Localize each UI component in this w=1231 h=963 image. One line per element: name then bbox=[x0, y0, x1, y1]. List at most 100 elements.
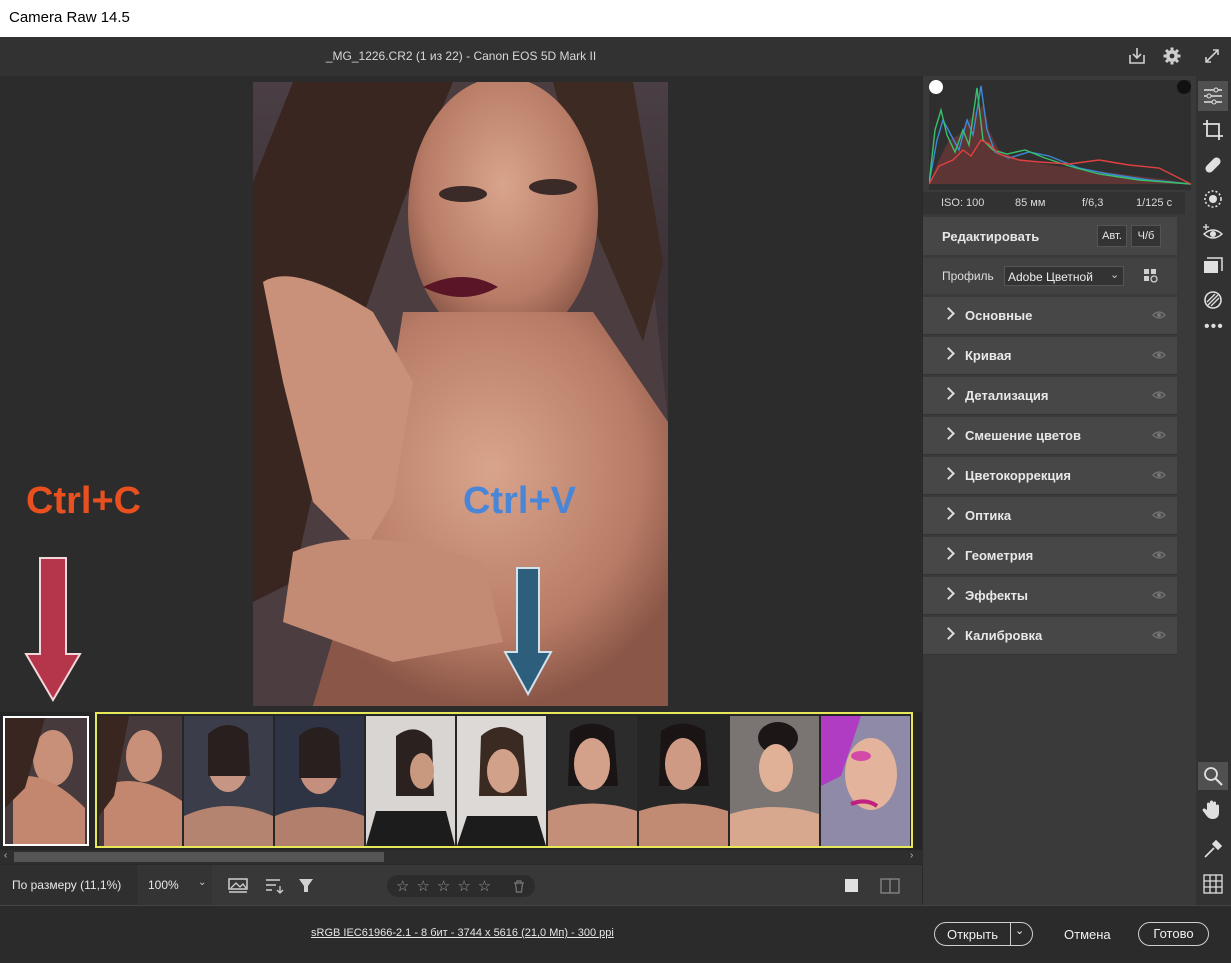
fullscreen-icon[interactable] bbox=[1202, 46, 1222, 66]
filmstrip-scrollbar[interactable]: ‹ › bbox=[0, 850, 922, 864]
exif-iso: ISO: 100 bbox=[941, 197, 985, 209]
crop-icon[interactable] bbox=[1202, 119, 1224, 141]
divider bbox=[1010, 923, 1011, 945]
zoom-level-label: 100% bbox=[148, 878, 179, 892]
chevron-right-icon bbox=[942, 587, 955, 600]
panel-section[interactable]: Оптика bbox=[923, 497, 1177, 535]
red-eye-icon[interactable] bbox=[1202, 222, 1224, 244]
edit-panel: ISO: 100 85 мм f/6,3 1/125 с Редактирова… bbox=[922, 76, 1197, 905]
mask-icon[interactable] bbox=[1202, 188, 1224, 210]
section-label: Оптика bbox=[965, 508, 1012, 523]
main-photo bbox=[253, 77, 668, 706]
section-label: Геометрия bbox=[965, 548, 1034, 563]
trash-icon[interactable] bbox=[513, 880, 525, 893]
exif-aperture: f/6,3 bbox=[1082, 197, 1104, 209]
save-icon[interactable] bbox=[1127, 46, 1147, 66]
eye-icon[interactable] bbox=[1152, 629, 1166, 641]
thumbnail[interactable] bbox=[730, 716, 819, 846]
eye-icon[interactable] bbox=[1152, 349, 1166, 361]
fit-zoom-label: По размеру (11,1%) bbox=[12, 878, 122, 892]
thumbnail[interactable] bbox=[184, 716, 273, 846]
section-label: Детализация bbox=[965, 388, 1049, 403]
eye-icon[interactable] bbox=[1152, 389, 1166, 401]
grid-icon[interactable] bbox=[1202, 873, 1224, 895]
workflow-options-link[interactable]: sRGB IEC61966-2.1 - 8 бит - 3744 x 5616 … bbox=[311, 927, 614, 939]
panel-section[interactable]: Смешение цветов bbox=[923, 417, 1177, 455]
bw-button[interactable]: Ч/б bbox=[1131, 225, 1161, 247]
red-arrow-icon bbox=[24, 557, 82, 702]
profile-select[interactable]: Adobe Цветной ⌄ bbox=[1004, 266, 1124, 286]
chevron-right-icon bbox=[942, 467, 955, 480]
panel-section[interactable]: Кривая bbox=[923, 337, 1177, 375]
zoom-icon[interactable] bbox=[1202, 765, 1224, 787]
hand-icon[interactable] bbox=[1202, 798, 1224, 820]
sort-icon[interactable] bbox=[265, 877, 285, 895]
open-options-chevron-icon[interactable]: ⌄ bbox=[1015, 924, 1024, 937]
panel-section[interactable]: Цветокоррекция bbox=[923, 457, 1177, 495]
auto-button[interactable]: Авт. bbox=[1097, 225, 1127, 247]
tool-strip: ••• bbox=[1196, 76, 1231, 905]
profile-label: Профиль bbox=[942, 269, 994, 283]
thumbnail[interactable] bbox=[275, 716, 364, 846]
zoom-dropdown[interactable]: ⌄ bbox=[194, 865, 212, 906]
done-button[interactable]: Готово bbox=[1138, 922, 1209, 946]
healing-icon[interactable] bbox=[1202, 154, 1224, 176]
file-info: _MG_1226.CR2 (1 из 22) - Canon EOS 5D Ma… bbox=[325, 49, 597, 63]
panel-section[interactable]: Детализация bbox=[923, 377, 1177, 415]
bottom-toolbar: По размеру (11,1%) 100% ⌄ ☆☆☆☆☆ bbox=[0, 864, 922, 906]
thumbnail[interactable] bbox=[548, 716, 637, 846]
compare-view-icon[interactable] bbox=[880, 877, 900, 895]
exif-info: ISO: 100 85 мм f/6,3 1/125 с bbox=[923, 192, 1185, 214]
thumbnail[interactable] bbox=[366, 716, 455, 846]
gear-icon[interactable] bbox=[1162, 46, 1182, 66]
eye-icon[interactable] bbox=[1152, 469, 1166, 481]
filter-icon[interactable] bbox=[298, 877, 318, 895]
section-label: Кривая bbox=[965, 348, 1012, 363]
thumbnail[interactable] bbox=[99, 716, 182, 846]
eye-icon[interactable] bbox=[1152, 309, 1166, 321]
chevron-down-icon: ⌄ bbox=[1110, 269, 1120, 281]
cancel-button[interactable]: Отмена bbox=[1064, 927, 1111, 942]
edit-header: Редактировать Авт. Ч/б bbox=[923, 217, 1177, 255]
scroll-right-icon[interactable]: › bbox=[910, 850, 913, 861]
shadow-clipping-icon[interactable] bbox=[929, 80, 943, 94]
profile-browser-icon[interactable] bbox=[1143, 268, 1159, 284]
window-title: Camera Raw 14.5 bbox=[9, 9, 130, 26]
panel-section[interactable]: Эффекты bbox=[923, 577, 1177, 615]
profile-row: Профиль Adobe Цветной ⌄ bbox=[923, 258, 1177, 294]
open-button-group: Открыть ⌄ bbox=[934, 922, 1033, 946]
chevron-right-icon bbox=[942, 627, 955, 640]
panel-section[interactable]: Геометрия bbox=[923, 537, 1177, 575]
scrollbar-thumb[interactable] bbox=[14, 852, 384, 862]
open-button[interactable]: Открыть bbox=[935, 927, 1010, 942]
scroll-left-icon[interactable]: ‹ bbox=[4, 850, 7, 861]
window-titlebar: Camera Raw 14.5 bbox=[0, 0, 1231, 37]
more-icon[interactable]: ••• bbox=[1204, 318, 1224, 336]
presets-icon[interactable] bbox=[1202, 289, 1224, 311]
eye-icon[interactable] bbox=[1152, 509, 1166, 521]
exif-focal: 85 мм bbox=[1015, 197, 1046, 209]
section-label: Калибровка bbox=[965, 628, 1043, 643]
eye-icon[interactable] bbox=[1152, 549, 1166, 561]
star-rating-icons[interactable]: ☆☆☆☆☆ bbox=[396, 877, 498, 895]
thumbnail-selected[interactable] bbox=[3, 716, 89, 846]
highlight-clipping-icon[interactable] bbox=[1177, 80, 1191, 94]
image-canvas[interactable]: Ctrl+C Ctrl+V bbox=[0, 76, 922, 712]
snapshots-icon[interactable] bbox=[1202, 256, 1224, 278]
thumbnail[interactable] bbox=[457, 716, 546, 846]
eye-icon[interactable] bbox=[1152, 589, 1166, 601]
section-label: Основные bbox=[965, 308, 1033, 323]
single-view-icon[interactable] bbox=[845, 879, 858, 892]
panel-section[interactable]: Калибровка bbox=[923, 617, 1177, 655]
panel-section[interactable]: Основные bbox=[923, 297, 1177, 335]
chevron-right-icon bbox=[942, 387, 955, 400]
sliders-icon[interactable] bbox=[1202, 85, 1224, 107]
filmstrip-view-icon[interactable] bbox=[228, 877, 250, 895]
header-bar: _MG_1226.CR2 (1 из 22) - Canon EOS 5D Ma… bbox=[0, 37, 1231, 77]
eyedropper-icon[interactable] bbox=[1202, 838, 1224, 860]
thumbnail[interactable] bbox=[821, 716, 910, 846]
fit-zoom-button[interactable]: По размеру (11,1%) bbox=[0, 865, 138, 906]
zoom-level-button[interactable]: 100% bbox=[139, 865, 194, 906]
eye-icon[interactable] bbox=[1152, 429, 1166, 441]
thumbnail[interactable] bbox=[639, 716, 728, 846]
